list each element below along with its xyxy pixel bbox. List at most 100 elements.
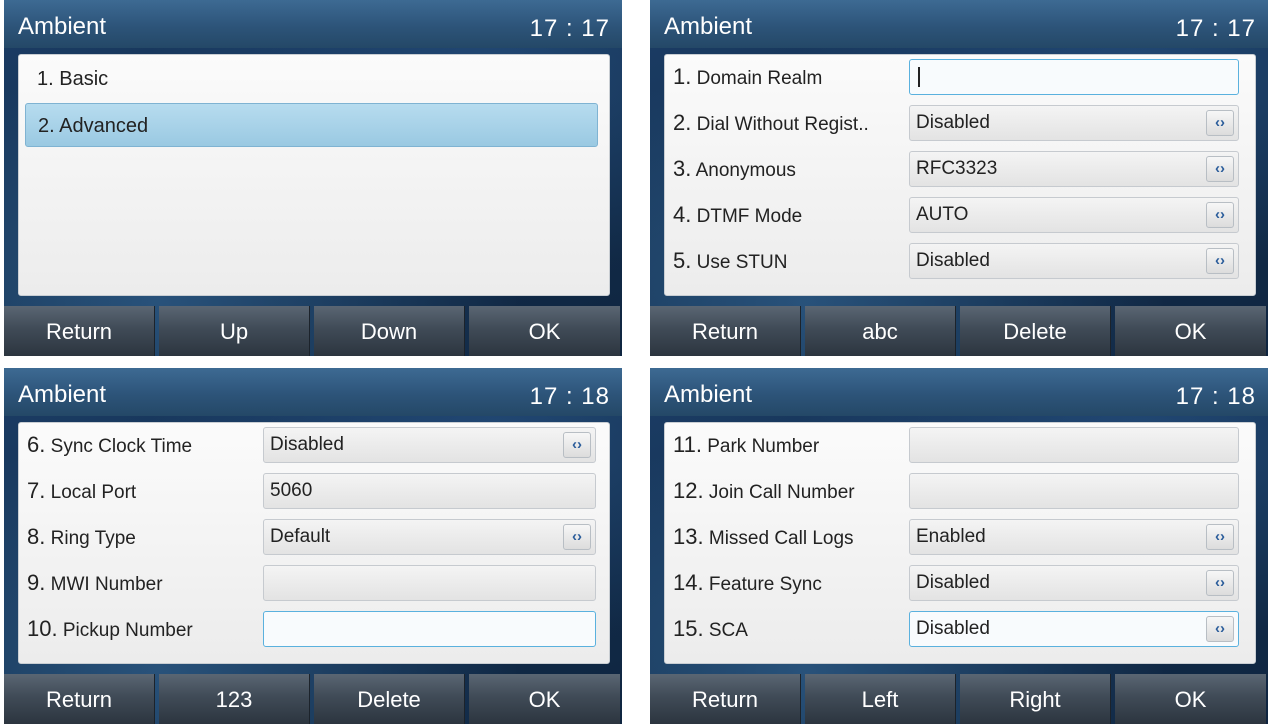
setting-label: 8. Ring Type <box>27 515 136 559</box>
setting-label: 3. Anonymous <box>673 147 796 191</box>
screen-title: Ambient <box>664 381 753 408</box>
setting-number: 12. <box>673 478 704 503</box>
setting-row: 15. SCA Disabled ‹› <box>665 607 1255 651</box>
softkey-ok[interactable]: OK <box>469 674 620 724</box>
softkey-delete[interactable]: Delete <box>960 306 1111 356</box>
title-bar: Ambient 17 : 17 <box>4 0 622 48</box>
softkey-return[interactable]: Return <box>650 674 801 724</box>
setting-label: 7. Local Port <box>27 469 136 513</box>
screen-title: Ambient <box>18 13 107 40</box>
softkey-return[interactable]: Return <box>4 674 155 724</box>
switch-arrows-icon[interactable]: ‹› <box>563 524 591 550</box>
setting-label: 10. Pickup Number <box>27 607 193 651</box>
setting-number: 11. <box>673 432 702 457</box>
switch-arrows-icon[interactable]: ‹› <box>1206 156 1234 182</box>
join-call-number-input[interactable] <box>909 473 1239 509</box>
setting-number: 9. <box>27 570 46 595</box>
switch-arrows-icon[interactable]: ‹› <box>1206 524 1234 550</box>
dtmf-mode-select[interactable]: AUTO ‹› <box>909 197 1239 233</box>
screen-title: Ambient <box>18 381 107 408</box>
clock: 17 : 17 <box>1175 15 1256 42</box>
softkey-abc[interactable]: abc <box>805 306 956 356</box>
pickup-number-input[interactable] <box>263 611 596 647</box>
switch-arrows-icon[interactable]: ‹› <box>563 432 591 458</box>
text-cursor <box>918 66 920 87</box>
title-bar: Ambient 17 : 18 <box>4 368 622 416</box>
setting-number: 2. <box>673 110 692 135</box>
softkey-bar: Return Left Right OK <box>650 674 1268 724</box>
softkey-delete[interactable]: Delete <box>314 674 465 724</box>
setting-label: 2. Dial Without Regist.. <box>673 101 869 145</box>
domain-realm-input[interactable] <box>909 59 1239 95</box>
softkey-123[interactable]: 123 <box>159 674 310 724</box>
setting-number: 1. <box>673 64 692 89</box>
softkey-ok[interactable]: OK <box>1115 306 1266 356</box>
phone-screen-advanced-page2: Ambient 17 : 18 6. Sync Clock Time Disab… <box>4 368 622 724</box>
setting-number: 13. <box>673 524 704 549</box>
setting-number: 8. <box>27 524 46 549</box>
setting-row: 14. Feature Sync Disabled ‹› <box>665 561 1255 605</box>
setting-number: 15. <box>673 616 704 641</box>
setting-row: 8. Ring Type Default ‹› <box>19 515 609 559</box>
setting-label: 9. MWI Number <box>27 561 163 605</box>
ring-type-select[interactable]: Default ‹› <box>263 519 596 555</box>
switch-arrows-icon[interactable]: ‹› <box>1206 248 1234 274</box>
setting-label: 14. Feature Sync <box>673 561 822 605</box>
setting-name: Park Number <box>707 436 820 457</box>
mwi-number-input[interactable] <box>263 565 596 601</box>
sca-select[interactable]: Disabled ‹› <box>909 611 1239 647</box>
setting-name: DTMF Mode <box>696 206 803 227</box>
setting-label: 15. SCA <box>673 607 748 651</box>
phone-screen-menu: Ambient 17 : 17 1. Basic 2. Advanced Ret… <box>4 0 622 356</box>
menu-item-advanced[interactable]: 2. Advanced <box>25 103 598 147</box>
setting-name: Ring Type <box>50 528 136 549</box>
menu-panel: 1. Basic 2. Advanced <box>18 54 610 296</box>
field-value: 5060 <box>270 480 313 501</box>
field-value: Enabled <box>916 526 986 547</box>
setting-name: Feature Sync <box>708 574 822 595</box>
dial-without-registration-select[interactable]: Disabled ‹› <box>909 105 1239 141</box>
use-stun-select[interactable]: Disabled ‹› <box>909 243 1239 279</box>
field-value: Disabled <box>916 572 990 593</box>
park-number-input[interactable] <box>909 427 1239 463</box>
setting-label: 5. Use STUN <box>673 239 787 283</box>
setting-label: 12. Join Call Number <box>673 469 855 513</box>
clock: 17 : 17 <box>529 15 610 42</box>
anonymous-select[interactable]: RFC3323 ‹› <box>909 151 1239 187</box>
field-value: AUTO <box>916 204 969 225</box>
setting-number: 7. <box>27 478 46 503</box>
setting-label: 1. Domain Realm <box>673 55 822 99</box>
softkey-return[interactable]: Return <box>650 306 801 356</box>
setting-row: 3. Anonymous RFC3323 ‹› <box>665 147 1255 191</box>
setting-name: Missed Call Logs <box>708 528 854 549</box>
switch-arrows-icon[interactable]: ‹› <box>1206 570 1234 596</box>
softkey-down[interactable]: Down <box>314 306 465 356</box>
field-value: RFC3323 <box>916 158 998 179</box>
softkey-up[interactable]: Up <box>159 306 310 356</box>
field-value: Disabled <box>916 250 990 271</box>
menu-item-basic[interactable]: 1. Basic <box>25 57 598 101</box>
softkey-left[interactable]: Left <box>805 674 956 724</box>
title-bar: Ambient 17 : 18 <box>650 368 1268 416</box>
settings-panel: 6. Sync Clock Time Disabled ‹› 7. Local P… <box>18 422 610 664</box>
settings-panel: 1. Domain Realm 2. Dial Without Regist..… <box>664 54 1256 296</box>
switch-arrows-icon[interactable]: ‹› <box>1206 110 1234 136</box>
field-value: Disabled <box>916 618 990 639</box>
setting-number: 6. <box>27 432 46 457</box>
local-port-input[interactable]: 5060 <box>263 473 596 509</box>
sync-clock-time-select[interactable]: Disabled ‹› <box>263 427 596 463</box>
softkey-ok[interactable]: OK <box>1115 674 1266 724</box>
field-value: Default <box>270 526 331 547</box>
feature-sync-select[interactable]: Disabled ‹› <box>909 565 1239 601</box>
softkey-return[interactable]: Return <box>4 306 155 356</box>
softkey-ok[interactable]: OK <box>469 306 620 356</box>
missed-call-logs-select[interactable]: Enabled ‹› <box>909 519 1239 555</box>
switch-arrows-icon[interactable]: ‹› <box>1206 202 1234 228</box>
softkey-right[interactable]: Right <box>960 674 1111 724</box>
setting-name: Dial Without Regist.. <box>696 114 869 135</box>
setting-row: 10. Pickup Number <box>19 607 609 651</box>
setting-label: 11. Park Number <box>673 423 819 467</box>
clock: 17 : 18 <box>529 383 610 410</box>
softkey-bar: Return Up Down OK <box>4 306 622 356</box>
switch-arrows-icon[interactable]: ‹› <box>1206 616 1234 642</box>
